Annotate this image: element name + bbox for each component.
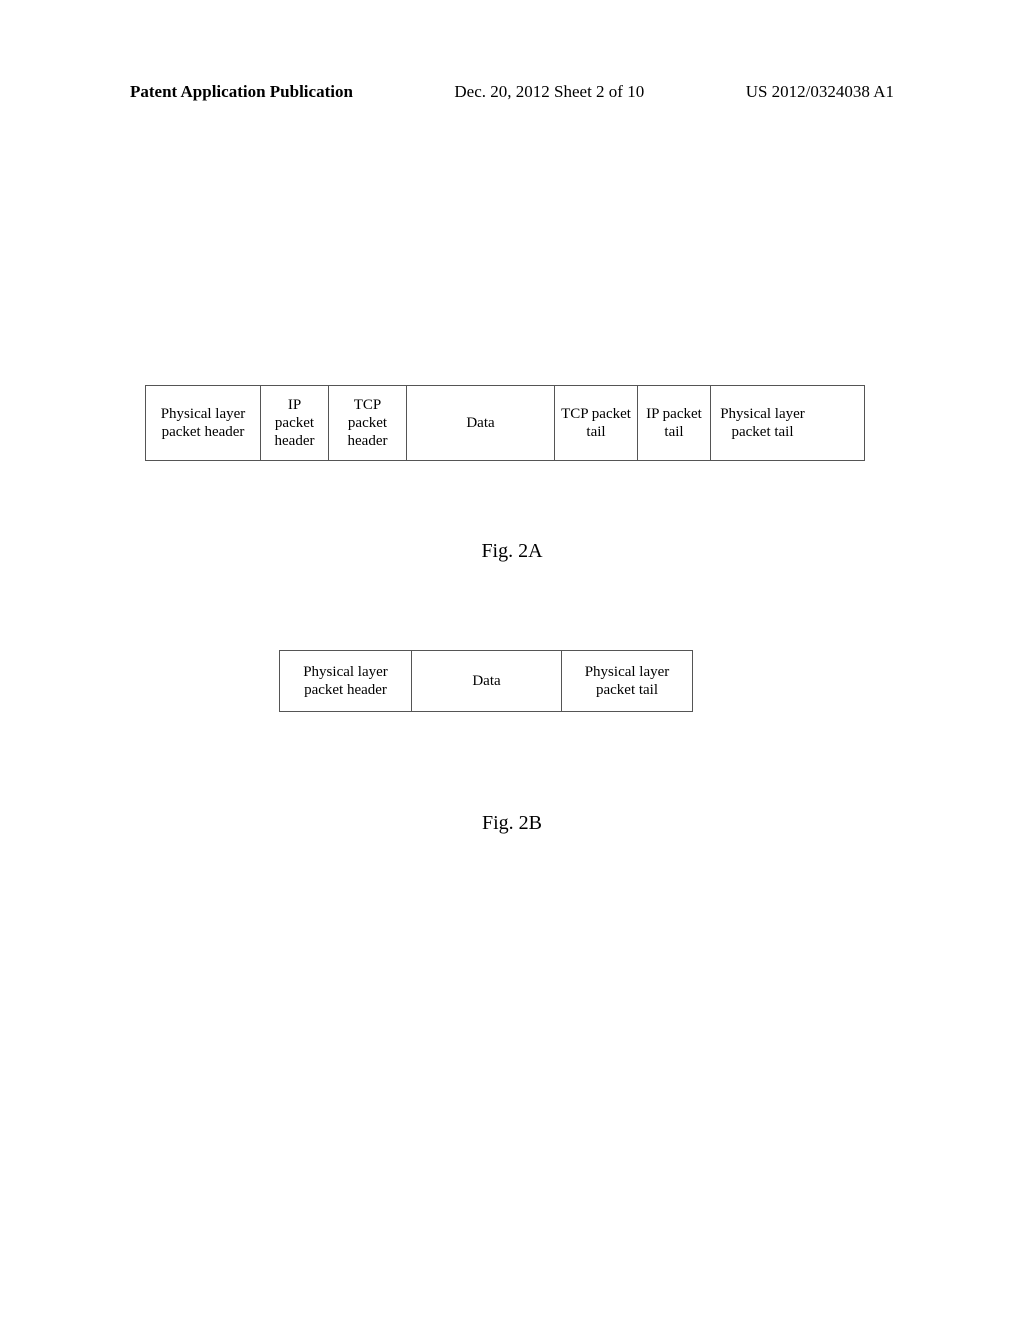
- cell-line: header: [275, 432, 315, 450]
- figure-2b-diagram: Physical layer packet header Data Physic…: [279, 650, 693, 712]
- cell-line: packet tail: [731, 423, 793, 441]
- fig2a-cell-ip-header: IP packet header: [261, 386, 329, 460]
- cell-line: IP packet: [267, 396, 322, 432]
- cell-line: packet tail: [596, 681, 658, 699]
- fig2a-cell-tcp-header: TCP packet header: [329, 386, 407, 460]
- cell-line: TCP packet: [561, 405, 631, 423]
- header-patent-number: US 2012/0324038 A1: [746, 82, 894, 102]
- cell-line: Data: [472, 672, 500, 690]
- cell-line: tail: [586, 423, 605, 441]
- header-date-sheet: Dec. 20, 2012 Sheet 2 of 10: [454, 82, 644, 102]
- fig2a-cell-data: Data: [407, 386, 555, 460]
- cell-line: Physical layer: [161, 405, 246, 423]
- fig2b-cell-physical-tail: Physical layer packet tail: [562, 651, 692, 711]
- figure-2b-caption: Fig. 2B: [0, 812, 1024, 835]
- cell-line: tail: [664, 423, 683, 441]
- cell-line: TCP packet: [335, 396, 400, 432]
- fig2a-cell-physical-tail: Physical layer packet tail: [711, 386, 814, 460]
- header-publication-label: Patent Application Publication: [130, 82, 353, 102]
- figure-2a-caption: Fig. 2A: [0, 540, 1024, 563]
- cell-line: packet header: [162, 423, 245, 441]
- cell-line: IP packet: [646, 405, 702, 423]
- cell-line: Physical layer: [720, 405, 805, 423]
- fig2a-cell-physical-header: Physical layer packet header: [146, 386, 261, 460]
- cell-line: packet header: [304, 681, 387, 699]
- figure-2a-diagram: Physical layer packet header IP packet h…: [145, 385, 865, 461]
- fig2a-cell-tcp-tail: TCP packet tail: [555, 386, 638, 460]
- cell-line: Physical layer: [303, 663, 388, 681]
- fig2b-cell-physical-header: Physical layer packet header: [280, 651, 412, 711]
- page-header: Patent Application Publication Dec. 20, …: [130, 82, 894, 102]
- cell-line: Data: [466, 414, 494, 432]
- cell-line: Physical layer: [585, 663, 670, 681]
- fig2b-cell-data: Data: [412, 651, 562, 711]
- fig2a-cell-ip-tail: IP packet tail: [638, 386, 711, 460]
- cell-line: header: [348, 432, 388, 450]
